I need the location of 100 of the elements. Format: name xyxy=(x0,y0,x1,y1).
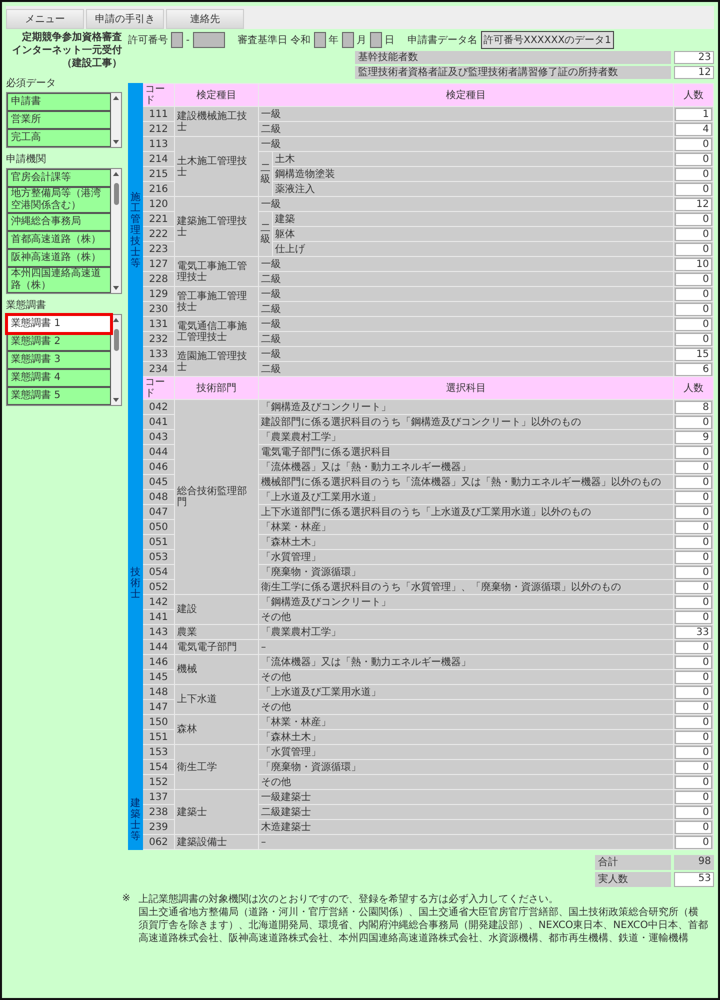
count-field[interactable]: 0 xyxy=(675,670,712,684)
menu-tab[interactable]: 連絡先 xyxy=(166,9,244,29)
count-field[interactable]: 0 xyxy=(675,138,712,150)
code-cell: 044 xyxy=(142,444,174,460)
count-field[interactable]: 12 xyxy=(675,198,712,210)
count-field[interactable]: 0 xyxy=(675,566,712,578)
count-field[interactable]: 0 xyxy=(675,580,712,594)
scrollbar[interactable] xyxy=(111,169,121,293)
scroll-down-icon[interactable] xyxy=(112,139,120,145)
count-field[interactable]: 9 xyxy=(675,430,712,444)
scroll-up-icon[interactable] xyxy=(112,95,120,101)
list-item[interactable]: 業態調書 3 xyxy=(7,351,111,369)
list-item[interactable]: 地方整備局等（港湾空港関係含む） xyxy=(7,187,111,213)
count-field[interactable]: 0 xyxy=(675,490,712,504)
count-field[interactable]: 6 xyxy=(675,362,712,376)
total-label: 実人数 xyxy=(595,872,671,887)
unit-label: 日 xyxy=(384,34,395,47)
count-field[interactable]: 0 xyxy=(675,288,712,300)
count-field[interactable]: 12 xyxy=(674,66,714,79)
count-field[interactable]: 0 xyxy=(675,228,712,240)
input-field[interactable] xyxy=(314,32,326,48)
note-text: 上記業態調書の対象機関は次のとおりですので、登録を希望する方は必ず入力してください。 xyxy=(138,893,560,906)
count-field[interactable]: 0 xyxy=(675,242,712,256)
count-field[interactable]: 0 xyxy=(675,446,712,458)
count-field[interactable]: 0 xyxy=(675,700,712,714)
count-field[interactable]: 0 xyxy=(675,460,712,474)
subject-cell: 二級 xyxy=(258,302,674,316)
count-field[interactable]: 0 xyxy=(675,520,712,534)
count-field[interactable]: 1 xyxy=(675,108,712,120)
count-field[interactable]: 0 xyxy=(675,686,712,698)
count-field[interactable]: 0 xyxy=(675,550,712,564)
list-item[interactable]: 阪神高速道路（株） xyxy=(7,249,111,267)
count-field[interactable]: 0 xyxy=(675,536,712,548)
count-field[interactable]: 0 xyxy=(675,212,712,226)
group-cell: 建築設備士 xyxy=(174,834,258,850)
count-field[interactable]: 0 xyxy=(675,836,712,848)
count-field[interactable]: 0 xyxy=(675,640,712,654)
list-item[interactable]: 完工高 xyxy=(7,129,111,147)
input-field[interactable] xyxy=(171,32,183,48)
scroll-up-icon[interactable] xyxy=(112,171,120,177)
menu-tab[interactable]: 申請の手引き xyxy=(86,9,164,29)
group-cell: 建築士 xyxy=(174,790,258,834)
list-item[interactable]: 業態調書 5 xyxy=(7,387,111,405)
count-field[interactable]: 0 xyxy=(675,820,712,834)
count-field[interactable]: 0 xyxy=(675,182,712,196)
count-field[interactable]: 0 xyxy=(675,318,712,330)
data-name-field[interactable]: 許可番号XXXXXXのデータ1 xyxy=(480,31,614,49)
count-field[interactable]: 0 xyxy=(675,790,712,804)
list-item[interactable]: 業態調書 1 xyxy=(7,315,111,333)
count-field[interactable]: 33 xyxy=(675,626,712,638)
subject-cell: 一級 xyxy=(258,316,674,332)
scrollbar[interactable] xyxy=(111,315,121,405)
count-field[interactable]: 8 xyxy=(675,400,712,414)
count-field[interactable]: 10 xyxy=(675,258,712,270)
group-cell: 衛生工学 xyxy=(174,744,258,790)
count-field[interactable]: 0 xyxy=(675,806,712,818)
input-field[interactable] xyxy=(192,32,225,48)
list-item[interactable]: 官房会計課等 xyxy=(7,169,111,187)
count-field[interactable]: 0 xyxy=(675,746,712,758)
count-field[interactable]: 0 xyxy=(675,476,712,488)
list-item[interactable]: 沖縄総合事務局 xyxy=(7,213,111,231)
count-field[interactable]: 0 xyxy=(675,332,712,346)
scroll-thumb[interactable] xyxy=(114,329,118,351)
scrollbar[interactable] xyxy=(111,93,121,147)
count-field[interactable]: 0 xyxy=(675,506,712,518)
list-item[interactable]: 本州四国連絡高速道路（株） xyxy=(7,267,111,293)
list-item[interactable]: 営業所 xyxy=(7,111,111,129)
count-field[interactable]: 0 xyxy=(675,152,712,166)
count-field[interactable]: 0 xyxy=(675,416,712,428)
count-field[interactable]: 53 xyxy=(674,872,714,887)
subject-cell: 「流体機器」又は「熱・動力エネルギー機器」 xyxy=(258,654,674,670)
count-field[interactable]: 0 xyxy=(675,596,712,608)
total-label: 合計 xyxy=(595,855,671,870)
scroll-thumb[interactable] xyxy=(114,183,118,205)
list-item[interactable]: 首都高速道路（株） xyxy=(7,231,111,249)
count-field[interactable]: 23 xyxy=(674,51,714,64)
count-field[interactable]: 0 xyxy=(675,302,712,316)
menu-tab[interactable]: メニュー xyxy=(6,9,84,29)
code-cell: 153 xyxy=(142,744,174,760)
input-field[interactable] xyxy=(342,32,354,48)
count-field[interactable]: 0 xyxy=(675,760,712,774)
count-field[interactable]: 0 xyxy=(675,730,712,744)
count-field[interactable]: 0 xyxy=(675,656,712,668)
list-item[interactable]: 業態調書 4 xyxy=(7,369,111,387)
count-field[interactable]: 0 xyxy=(675,716,712,728)
list-item[interactable]: 申請書 xyxy=(7,93,111,111)
scroll-down-icon[interactable] xyxy=(112,285,120,291)
count-field[interactable]: 15 xyxy=(675,348,712,360)
count-field[interactable]: 0 xyxy=(675,610,712,624)
grade-cell: 二級 xyxy=(258,152,272,196)
count-field[interactable]: 0 xyxy=(675,272,712,286)
count-field[interactable]: 4 xyxy=(675,122,712,136)
scroll-up-icon[interactable] xyxy=(112,317,120,323)
input-field[interactable] xyxy=(370,32,382,48)
count-field[interactable]: 0 xyxy=(675,168,712,180)
subject-cell: 二級 xyxy=(258,362,674,376)
group-cell: 上下水道 xyxy=(174,684,258,714)
subject-cell: 二級建築士 xyxy=(258,804,674,820)
scroll-down-icon[interactable] xyxy=(112,397,120,403)
count-field[interactable]: 0 xyxy=(675,776,712,788)
